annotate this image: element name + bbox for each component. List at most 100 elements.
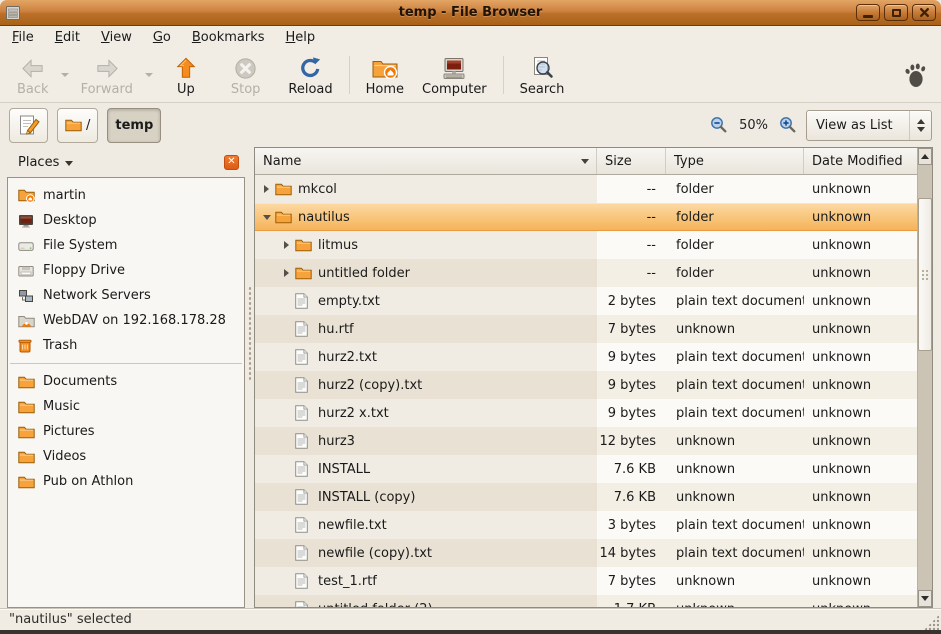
file-row[interactable]: hurz2 x.txt 9 bytes plain text document … <box>255 399 917 427</box>
expander-icon[interactable] <box>278 315 295 343</box>
current-folder-button[interactable]: temp <box>107 108 161 143</box>
back-button[interactable]: Back <box>8 52 58 99</box>
vertical-scrollbar[interactable] <box>917 148 932 607</box>
file-row[interactable]: hurz2.txt 9 bytes plain text document un… <box>255 343 917 371</box>
search-button[interactable]: Search <box>511 52 574 99</box>
menu-help[interactable]: Help <box>286 30 316 45</box>
file-row[interactable]: mkcol -- folder unknown <box>255 175 917 203</box>
sidebar-item[interactable]: Music <box>8 394 244 419</box>
resize-grip[interactable] <box>924 615 939 630</box>
file-row[interactable]: untitled folder (2) 1.7 KB unknown unkno… <box>255 595 917 607</box>
root-path-button[interactable]: / <box>57 108 98 143</box>
zoom-in-button[interactable] <box>779 116 797 134</box>
expander-icon[interactable] <box>278 483 295 511</box>
file-row[interactable]: hurz3 12 bytes unknown unknown <box>255 427 917 455</box>
forward-history-dropdown[interactable] <box>142 55 156 95</box>
expander-icon[interactable] <box>278 455 295 483</box>
text-file-icon <box>295 349 314 365</box>
back-history-dropdown[interactable] <box>58 55 72 95</box>
reload-button[interactable]: Reload <box>279 52 341 99</box>
expander-icon[interactable] <box>278 287 295 315</box>
column-header-date-modified[interactable]: Date Modified <box>804 148 917 174</box>
menu-bookmarks[interactable]: Bookmarks <box>192 30 265 45</box>
expander-icon[interactable] <box>258 175 275 203</box>
file-row[interactable]: untitled folder -- folder unknown <box>255 259 917 287</box>
text-file-icon <box>295 517 314 533</box>
sidebar-item[interactable]: Trash <box>8 333 244 358</box>
titlebar[interactable]: temp - File Browser <box>0 0 941 26</box>
file-name: hurz2 (copy).txt <box>318 378 422 393</box>
up-button[interactable]: Up <box>164 52 208 99</box>
sidebar-item[interactable]: Pub on Athlon <box>8 469 244 494</box>
sidebar-item[interactable]: Floppy Drive <box>8 258 244 283</box>
menu-file[interactable]: File <box>12 30 34 45</box>
column-header-size[interactable]: Size <box>597 148 666 174</box>
expander-icon[interactable] <box>278 343 295 371</box>
stop-button[interactable]: Stop <box>222 52 270 99</box>
arrow-up-icon <box>921 154 929 159</box>
edit-location-button[interactable] <box>9 108 48 143</box>
file-name-cell: hu.rtf <box>255 315 597 343</box>
file-date: unknown <box>804 203 917 231</box>
sidebar-item[interactable]: Pictures <box>8 419 244 444</box>
expander-icon[interactable] <box>278 399 295 427</box>
zoom-out-button[interactable] <box>710 116 728 134</box>
computer-button[interactable]: Computer <box>413 52 496 99</box>
sidebar-item[interactable]: Network Servers <box>8 283 244 308</box>
sidebar-item[interactable]: Desktop <box>8 208 244 233</box>
expander-icon[interactable] <box>278 231 295 259</box>
scroll-up-button[interactable] <box>918 148 932 165</box>
column-header-name[interactable]: Name <box>255 148 597 174</box>
expander-icon[interactable] <box>278 567 295 595</box>
sidebar-item[interactable]: Videos <box>8 444 244 469</box>
sidebar-item-label: Trash <box>43 338 77 353</box>
close-button[interactable] <box>912 4 936 21</box>
sidebar-item[interactable]: Documents <box>8 369 244 394</box>
view-mode-select[interactable]: View as List <box>806 110 932 141</box>
file-size: -- <box>597 259 666 287</box>
file-row[interactable]: litmus -- folder unknown <box>255 231 917 259</box>
chevron-down-icon <box>145 73 153 77</box>
menu-go[interactable]: Go <box>153 30 171 45</box>
places-header[interactable]: Places ✕ <box>7 147 245 177</box>
column-header-type[interactable]: Type <box>666 148 804 174</box>
file-row[interactable]: hu.rtf 7 bytes unknown unknown <box>255 315 917 343</box>
file-row[interactable]: nautilus -- folder unknown <box>255 203 917 231</box>
forward-arrow-icon <box>94 54 120 81</box>
forward-button[interactable]: Forward <box>72 52 142 99</box>
gnome-throbber-icon <box>903 62 933 89</box>
maximize-button[interactable] <box>884 4 908 21</box>
file-row[interactable]: INSTALL 7.6 KB unknown unknown <box>255 455 917 483</box>
file-row[interactable]: newfile (copy).txt 14 bytes plain text d… <box>255 539 917 567</box>
expander-icon[interactable] <box>278 595 295 607</box>
minimize-icon <box>863 15 873 18</box>
scrollbar-trough[interactable] <box>918 165 932 590</box>
scroll-down-button[interactable] <box>918 590 932 607</box>
file-row[interactable]: empty.txt 2 bytes plain text document un… <box>255 287 917 315</box>
close-sidebar-button[interactable]: ✕ <box>224 155 239 170</box>
file-row[interactable]: hurz2 (copy).txt 9 bytes plain text docu… <box>255 371 917 399</box>
file-size: -- <box>597 203 666 231</box>
menu-view[interactable]: View <box>101 30 132 45</box>
file-row[interactable]: newfile.txt 3 bytes plain text document … <box>255 511 917 539</box>
expander-icon[interactable] <box>278 427 295 455</box>
sidebar-item[interactable]: WebDAV on 192.168.178.28 <box>8 308 244 333</box>
scrollbar-thumb[interactable] <box>918 198 932 351</box>
minimize-button[interactable] <box>856 4 880 21</box>
file-type: unknown <box>666 427 804 455</box>
sidebar-item[interactable]: martin <box>8 183 244 208</box>
expander-icon[interactable] <box>258 203 275 231</box>
view-mode-value: View as List <box>816 118 909 133</box>
pane-resize-handle[interactable] <box>245 147 254 608</box>
home-button[interactable]: Home <box>357 52 413 99</box>
file-type: unknown <box>666 567 804 595</box>
sidebar-item[interactable]: File System <box>8 233 244 258</box>
menu-edit[interactable]: Edit <box>55 30 80 45</box>
expander-icon[interactable] <box>278 539 295 567</box>
expander-icon[interactable] <box>278 511 295 539</box>
file-row[interactable]: test_1.rtf 7 bytes unknown unknown <box>255 567 917 595</box>
expander-icon[interactable] <box>278 259 295 287</box>
file-row[interactable]: INSTALL (copy) 7.6 KB unknown unknown <box>255 483 917 511</box>
expander-icon[interactable] <box>278 371 295 399</box>
maximize-icon <box>892 9 901 17</box>
